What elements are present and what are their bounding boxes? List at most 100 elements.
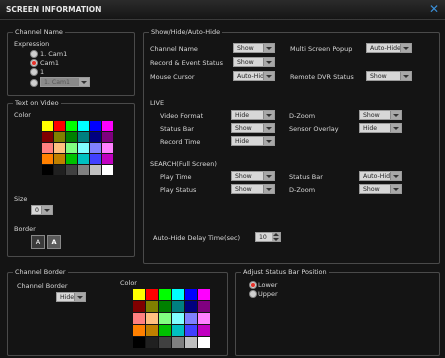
close-icon[interactable]: ✕ — [429, 2, 439, 16]
color-swatch[interactable] — [146, 313, 158, 324]
delay-spinner[interactable]: 10 — [255, 232, 281, 242]
color-swatch[interactable] — [198, 301, 210, 312]
mouse-cursor-select[interactable]: Auto-Hide — [233, 71, 275, 81]
color-swatch[interactable] — [159, 325, 171, 336]
color-swatch[interactable] — [42, 132, 53, 142]
color-swatch[interactable] — [172, 313, 184, 324]
border-outlined-button[interactable]: A — [47, 235, 61, 249]
color-swatch[interactable] — [78, 165, 89, 175]
multi-screen-select[interactable]: Auto-Hide — [366, 43, 412, 53]
play-time-select[interactable]: Show — [231, 171, 275, 181]
color-swatch[interactable] — [102, 121, 113, 131]
color-swatch[interactable] — [185, 325, 197, 336]
remote-dvr-select[interactable]: Show — [366, 71, 412, 81]
expression-radio-3[interactable] — [30, 68, 38, 76]
color-swatch[interactable] — [146, 325, 158, 336]
color-swatch[interactable] — [159, 289, 171, 300]
color-swatch[interactable] — [54, 121, 65, 131]
color-swatch[interactable] — [133, 313, 145, 324]
color-swatch[interactable] — [159, 337, 171, 348]
color-swatch[interactable] — [172, 289, 184, 300]
channel-name-select[interactable]: Show — [233, 43, 275, 53]
color-swatch[interactable] — [102, 143, 113, 153]
expression-radio-2[interactable] — [30, 59, 38, 67]
color-swatch[interactable] — [78, 154, 89, 164]
color-swatch[interactable] — [78, 121, 89, 131]
text-color-label: Color — [14, 111, 31, 119]
expression-radio-4[interactable] — [30, 79, 38, 87]
color-swatch[interactable] — [185, 289, 197, 300]
play-status-select[interactable]: Show — [231, 184, 275, 194]
delay-value: 10 — [259, 234, 267, 241]
live-d-zoom-select[interactable]: Show — [359, 110, 402, 120]
color-swatch[interactable] — [133, 325, 145, 336]
chevron-down-icon — [74, 293, 85, 301]
color-swatch[interactable] — [42, 121, 53, 131]
search-d-zoom-select[interactable]: Show — [359, 184, 402, 194]
color-swatch[interactable] — [185, 301, 197, 312]
spinner-arrows-icon[interactable] — [272, 233, 280, 241]
color-swatch[interactable] — [66, 143, 77, 153]
row-label-multi-screen: Multi Screen Popup — [290, 45, 353, 53]
color-swatch[interactable] — [102, 165, 113, 175]
color-swatch[interactable] — [198, 325, 210, 336]
color-swatch[interactable] — [133, 289, 145, 300]
color-swatch[interactable] — [159, 301, 171, 312]
color-swatch[interactable] — [185, 337, 197, 348]
color-swatch[interactable] — [102, 154, 113, 164]
record-event-select[interactable]: Show — [233, 57, 275, 67]
color-swatch[interactable] — [66, 121, 77, 131]
color-swatch[interactable] — [90, 165, 101, 175]
color-swatch[interactable] — [90, 132, 101, 142]
color-swatch[interactable] — [146, 301, 158, 312]
color-swatch[interactable] — [146, 337, 158, 348]
video-format-select[interactable]: Hide — [231, 110, 275, 120]
color-swatch[interactable] — [90, 121, 101, 131]
color-swatch[interactable] — [78, 143, 89, 153]
record-time-select[interactable]: Hide — [231, 136, 275, 146]
color-swatch[interactable] — [133, 337, 145, 348]
select-value: Show — [235, 125, 252, 132]
select-value: Hide — [235, 138, 250, 145]
select-value: Auto-Hide — [370, 45, 401, 52]
border-plain-button[interactable]: A — [31, 235, 45, 249]
color-swatch[interactable] — [172, 301, 184, 312]
color-swatch[interactable] — [54, 143, 65, 153]
color-swatch[interactable] — [198, 337, 210, 348]
live-status-bar-select[interactable]: Show — [231, 123, 275, 133]
expression-dropdown[interactable]: 1. Cam1 — [40, 77, 90, 87]
search-status-bar-select[interactable]: Auto-Hide — [359, 171, 402, 181]
row-label-record-event: Record & Event Status — [150, 59, 224, 67]
color-swatch[interactable] — [66, 132, 77, 142]
color-swatch[interactable] — [185, 313, 197, 324]
color-swatch[interactable] — [66, 154, 77, 164]
color-swatch[interactable] — [42, 154, 53, 164]
color-swatch[interactable] — [42, 143, 53, 153]
select-value: Show — [237, 59, 254, 66]
color-swatch[interactable] — [198, 313, 210, 324]
live-label-record-time: Record Time — [160, 138, 201, 146]
color-swatch[interactable] — [54, 154, 65, 164]
status-position-upper-radio[interactable] — [249, 290, 257, 298]
color-swatch[interactable] — [78, 132, 89, 142]
select-value: Show — [363, 186, 380, 193]
color-swatch[interactable] — [172, 337, 184, 348]
channel-border-select[interactable]: Hide — [56, 292, 86, 302]
color-swatch[interactable] — [90, 143, 101, 153]
color-swatch[interactable] — [54, 165, 65, 175]
status-position-lower-radio[interactable] — [249, 281, 257, 289]
color-swatch[interactable] — [146, 289, 158, 300]
color-swatch[interactable] — [172, 325, 184, 336]
expression-radio-1[interactable] — [30, 50, 38, 58]
color-swatch[interactable] — [66, 165, 77, 175]
color-swatch[interactable] — [198, 289, 210, 300]
chevron-down-icon — [400, 72, 411, 80]
color-swatch[interactable] — [133, 301, 145, 312]
color-swatch[interactable] — [102, 132, 113, 142]
size-dropdown[interactable]: 0 — [31, 205, 53, 215]
color-swatch[interactable] — [54, 132, 65, 142]
color-swatch[interactable] — [42, 165, 53, 175]
sensor-overlay-select[interactable]: Hide — [359, 123, 402, 133]
color-swatch[interactable] — [159, 313, 171, 324]
color-swatch[interactable] — [90, 154, 101, 164]
